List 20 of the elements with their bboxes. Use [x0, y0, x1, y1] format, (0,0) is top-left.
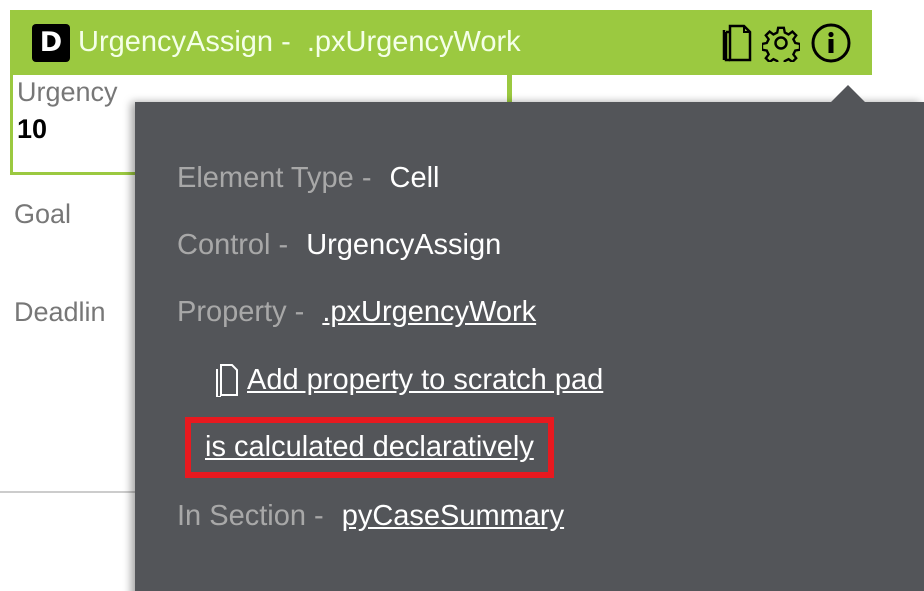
- scratch-pad-link[interactable]: Add property to scratch pad: [213, 363, 604, 397]
- header-title: UrgencyAssign - .pxUrgencyWork: [78, 26, 521, 59]
- field-label: Goal: [14, 199, 72, 230]
- field-label: Urgency: [17, 77, 118, 108]
- document-icon[interactable]: [722, 24, 752, 62]
- settings-icon[interactable]: [762, 24, 800, 62]
- property-label: Property -: [177, 296, 304, 329]
- property-label: In Section -: [177, 500, 324, 533]
- field-value: 10: [17, 114, 48, 145]
- document-icon: [213, 363, 239, 397]
- info-icon[interactable]: [810, 22, 852, 64]
- property-value: UrgencyAssign: [306, 229, 502, 262]
- property-value: Cell: [390, 162, 440, 195]
- property-label: Control -: [177, 229, 288, 262]
- property-link[interactable]: .pxUrgencyWork: [322, 296, 536, 329]
- property-label: Element Type -: [177, 162, 372, 195]
- field-label: Deadlin: [14, 297, 106, 328]
- declarative-link[interactable]: is calculated declaratively: [205, 431, 534, 463]
- property-link[interactable]: pyCaseSummary: [342, 500, 564, 533]
- badge: D: [32, 24, 70, 62]
